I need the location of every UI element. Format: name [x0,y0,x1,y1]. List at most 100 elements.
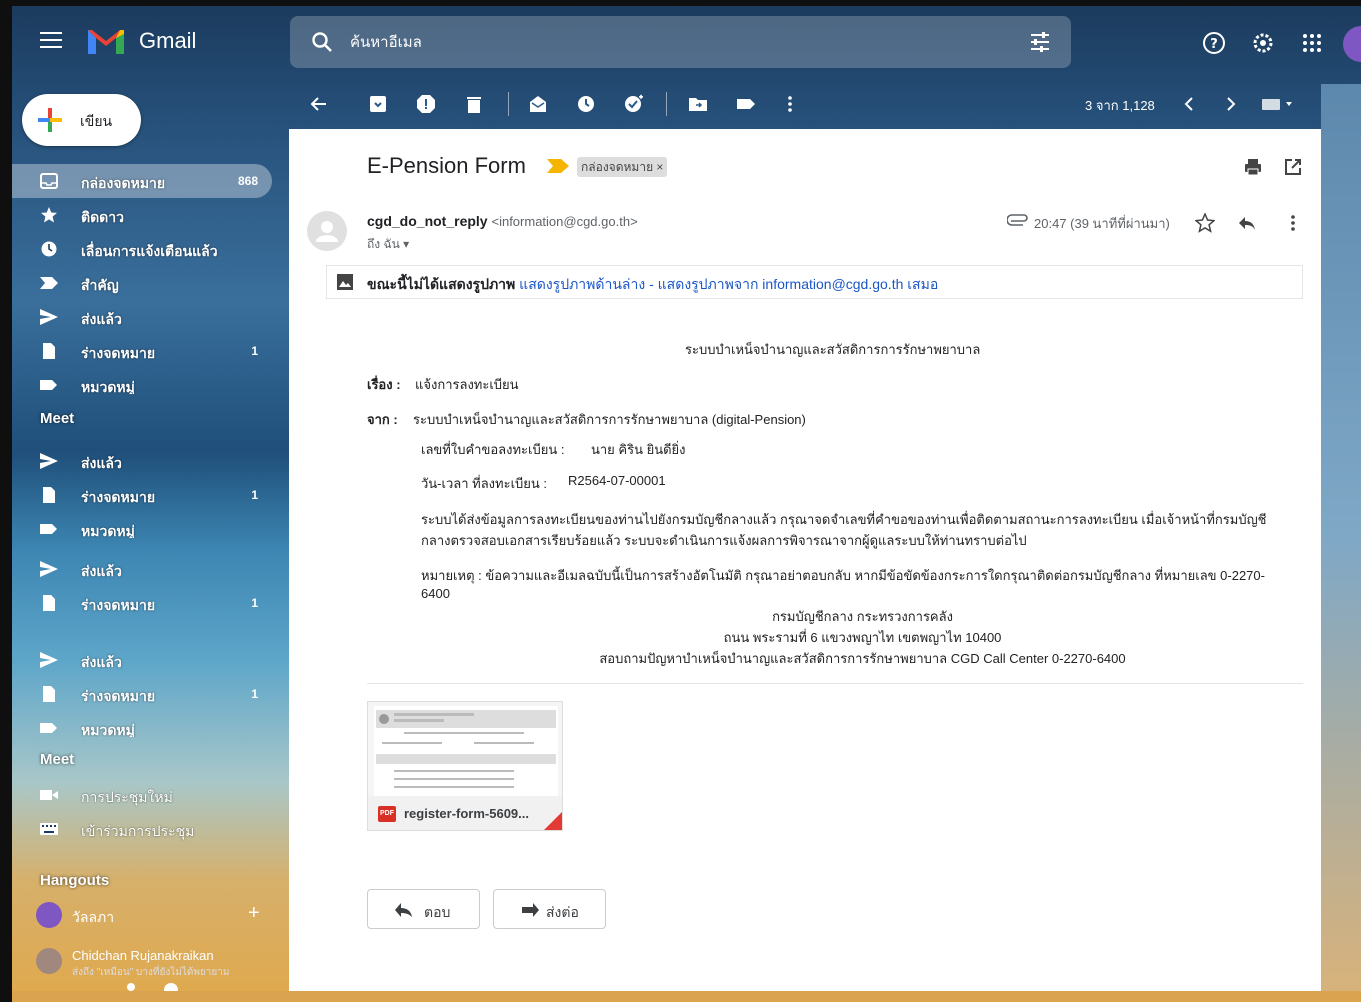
mark-unread-icon[interactable] [528,94,548,114]
input-tools-keyboard-icon[interactable] [1260,94,1296,114]
more-options-icon[interactable] [1283,213,1303,233]
recipient-details[interactable]: ถึง ฉัน ▾ [367,235,409,254]
help-icon[interactable]: ? [1201,30,1227,56]
add-contact-icon[interactable]: + [248,902,260,925]
gmail-logo-icon[interactable] [86,26,126,56]
delete-icon[interactable] [464,94,484,114]
snooze-clock-icon[interactable] [576,94,596,114]
inbox-icon [40,173,58,189]
contact-preview: ส่งถึง "เหมือน" บางที่ยังไม่ได้พยายาม [72,967,230,978]
send-icon [40,309,58,325]
document-preview-icon [376,710,556,788]
star-icon [41,207,57,223]
draft-icon [43,595,55,611]
sender-name[interactable]: cgd_do_not_reply [367,213,488,229]
screen-frame-left [0,0,12,1002]
sidebar-item-label: หมวดหมู่ [81,722,135,737]
more-vert-icon[interactable] [780,94,800,114]
show-images-below-link[interactable]: แสดงรูปภาพด้านล่าง [519,276,645,292]
sender-avatar [307,211,347,251]
sidebar-item-join-meeting[interactable]: เข้าร่วมการประชุม [12,812,272,846]
sidebar-item-label: ร่างจดหมาย [81,597,156,613]
open-new-window-icon[interactable] [1283,157,1303,177]
svg-text:?: ? [1210,37,1218,52]
request-id-label: เลขที่ใบคำขอลงทะเบียน : [421,442,565,457]
search-icon[interactable] [310,30,334,54]
side-panel-background [1321,84,1361,991]
print-icon[interactable] [1243,157,1263,177]
always-show-images-link[interactable]: แสดงรูปภาพจาก information@cgd.go.th เสมอ [658,276,939,292]
sidebar-item-label: การประชุมใหม่ [81,789,173,805]
add-to-tasks-icon[interactable] [624,94,644,114]
hangouts-user[interactable]: วัลลภา + [36,900,266,930]
sidebar-item-categories[interactable]: หมวดหมู่ [12,512,272,538]
back-arrow-icon[interactable] [308,94,328,114]
sidebar-item-sent[interactable]: ส่งแล้ว [12,300,272,334]
sidebar-item-label: ส่งแล้ว [81,455,122,471]
account-avatar[interactable] [1343,26,1361,62]
drafts-count: 1 [251,344,258,358]
sidebar-item-drafts[interactable]: ร่างจดหมาย 1 [12,677,272,711]
sidebar-item-starred[interactable]: ติดดาว [12,198,272,232]
footer-call-center: สอบถามปัญหาบำเหน็จบำนาญและสวัสดิการการรั… [599,651,1126,666]
sidebar-item-label: หมวดหมู่ [81,523,135,538]
pdf-file-icon: PDF [378,806,396,822]
drafts-count: 1 [251,488,258,502]
search-bar[interactable] [290,16,1071,68]
archive-icon[interactable] [368,94,388,114]
sidebar-item-label: ส่งแล้ว [81,311,122,327]
pagination-count: 3 จาก 1,128 [1085,98,1155,113]
keyboard-icon [40,823,58,835]
message-toolbar: 3 จาก 1,128 [290,84,1330,124]
draft-icon [43,343,55,359]
attachment-card[interactable]: PDF register-form-5609... [367,701,563,831]
apps-grid-icon[interactable] [1299,30,1325,56]
inbox-label-chip[interactable]: กล่องจดหมาย × [577,157,668,177]
sidebar-item-drafts[interactable]: ร่างจดหมาย 1 [12,334,272,368]
from-value: ระบบบำเหน็จบำนาญและสวัสดิการการรักษาพยาบ… [413,412,806,427]
sidebar-item-label: เลื่อนการแจ้งเตือนแล้ว [81,243,218,259]
message-pane: E-Pension Form กล่องจดหมาย × cgd_do_not_… [289,129,1321,991]
sidebar-item-label: ร่างจดหมาย [81,688,156,704]
video-icon [40,790,58,800]
compose-label: เขียน [80,113,113,129]
main-menu-icon[interactable] [40,32,62,50]
search-options-icon[interactable] [1029,31,1051,53]
header: Gmail ? [12,6,1361,82]
chevron-right-icon[interactable] [1220,94,1240,114]
importance-marker-icon[interactable] [547,159,569,173]
settings-gear-icon[interactable] [1250,30,1276,56]
image-icon [337,274,353,290]
attachment-filename: register-form-5609... [404,806,529,821]
chevron-left-icon[interactable] [1180,94,1200,114]
forward-button[interactable]: ส่งต่อ [493,889,606,929]
reply-icon[interactable] [1237,213,1257,233]
hangouts-user-avatar [36,902,62,928]
sidebar-item-label: กล่องจดหมาย [81,175,166,191]
sidebar-item-categories[interactable]: หมวดหมู่ [12,711,272,737]
app-title: Gmail [139,28,197,53]
compose-button[interactable]: เขียน [22,94,141,146]
sidebar-item-drafts[interactable]: ร่างจดหมาย 1 [12,478,272,512]
meet-section-title: Meet [40,410,75,427]
report-spam-icon[interactable] [416,94,436,114]
reply-button[interactable]: ตอบ [367,889,480,929]
message-subject: E-Pension Form [367,153,526,178]
hangouts-contact[interactable]: Chidchan Rujanakraikan ส่งถึง "เหมือน" บ… [36,946,272,980]
sidebar-item-new-meeting[interactable]: การประชุมใหม่ [12,778,272,812]
star-outline-icon[interactable] [1195,213,1215,233]
sidebar-item-sent[interactable]: ส่งแล้ว [12,643,272,677]
search-input[interactable] [350,30,950,54]
sidebar-item-sent[interactable]: ส่งแล้ว [12,444,272,478]
toolbar-separator [508,92,509,116]
sidebar-item-important[interactable]: สำคัญ [12,266,272,300]
sidebar-item-inbox[interactable]: กล่องจดหมาย 868 [12,164,272,198]
sidebar-item-categories[interactable]: หมวดหมู่ [12,368,272,394]
sidebar-item-sent[interactable]: ส่งแล้ว [12,552,272,586]
sidebar-item-drafts[interactable]: ร่างจดหมาย 1 [12,586,272,620]
move-to-icon[interactable] [688,94,708,114]
sidebar-item-snoozed[interactable]: เลื่อนการแจ้งเตือนแล้ว [12,232,272,266]
sidebar-item-label: ร่างจดหมาย [81,489,156,505]
label-tag-icon[interactable] [736,94,756,114]
default-person-icon [316,221,338,242]
